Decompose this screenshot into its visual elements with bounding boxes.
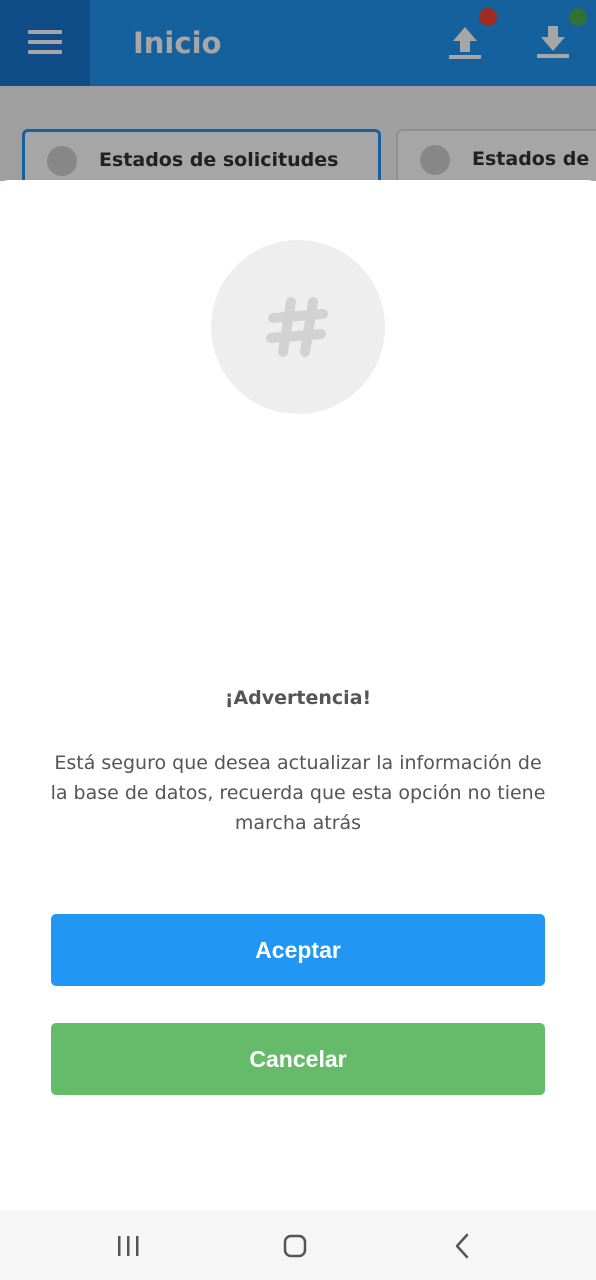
back-icon [455, 1233, 469, 1259]
back-button[interactable] [440, 1224, 484, 1268]
system-nav-bar [0, 1210, 596, 1280]
cancel-button[interactable]: Cancelar [51, 1023, 545, 1095]
home-button[interactable] [273, 1224, 317, 1268]
recents-icon [118, 1236, 139, 1256]
accept-button[interactable]: Aceptar [51, 914, 545, 986]
dialog-avatar [211, 240, 385, 414]
home-icon [283, 1234, 307, 1258]
recents-button[interactable] [106, 1224, 150, 1268]
modal-backdrop[interactable] [0, 0, 596, 181]
dialog-title: ¡Advertencia! [224, 687, 372, 709]
dialog-message: Está seguro que desea actualizar la info… [50, 752, 546, 834]
screen: Inicio Estados de solicitudes Estados de… [0, 0, 596, 1280]
warning-dialog: ¡Advertencia! Está seguro que desea actu… [0, 180, 596, 1210]
hashtag-icon [266, 297, 328, 357]
